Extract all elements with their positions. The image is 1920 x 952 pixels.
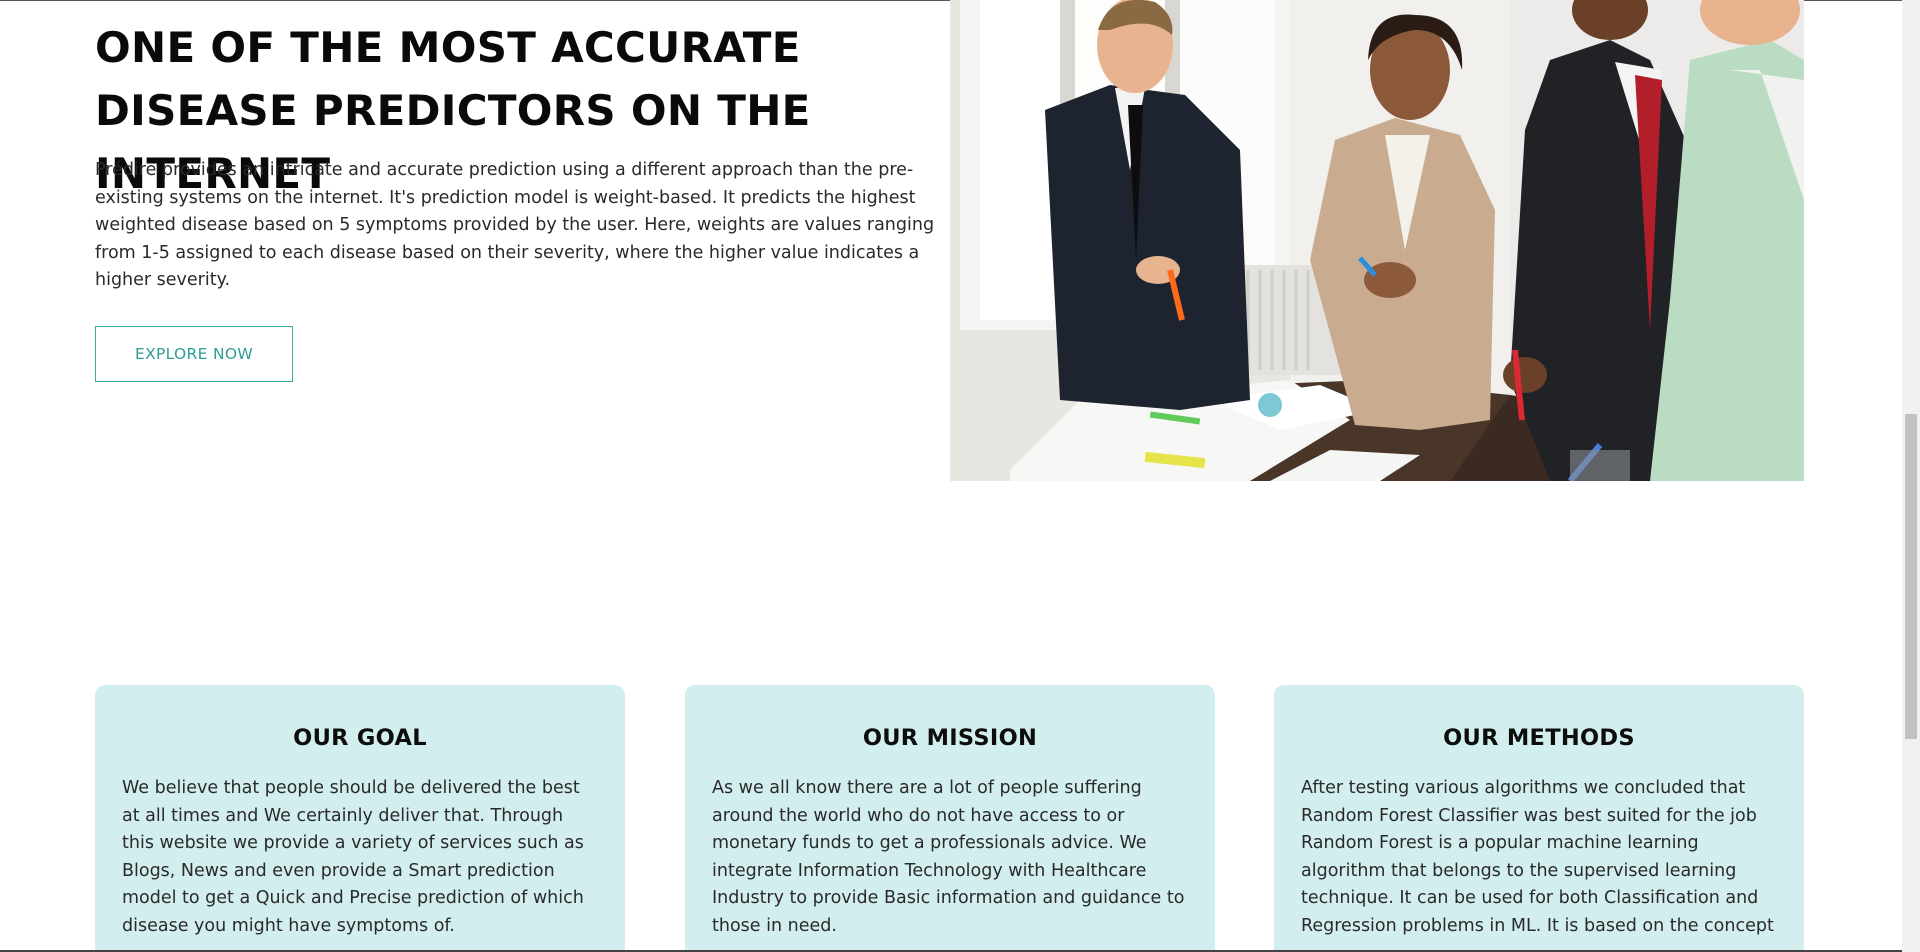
- scrollbar-thumb[interactable]: [1905, 414, 1917, 739]
- methods-card: OUR METHODS After testing various algori…: [1274, 685, 1804, 952]
- vertical-scrollbar[interactable]: [1902, 0, 1920, 952]
- mission-card-title: OUR MISSION: [862, 725, 1038, 751]
- mission-card-body: As we all know there are a lot of people…: [712, 778, 1185, 936]
- explore-now-button[interactable]: EXPLORE NOW: [95, 326, 293, 382]
- goal-card-title: OUR GOAL: [293, 725, 427, 751]
- goal-card: OUR GOAL We believe that people should b…: [95, 685, 625, 952]
- goal-card-body: We believe that people should be deliver…: [122, 778, 584, 936]
- methods-card-body: After testing various algorithms we conc…: [1301, 778, 1774, 936]
- mission-card: OUR MISSION As we all know there are a l…: [685, 685, 1215, 952]
- methods-card-title: OUR METHODS: [1443, 725, 1635, 751]
- hero-description: Prédire provides an intricate and accura…: [95, 160, 935, 290]
- hero-photo: [950, 0, 1804, 481]
